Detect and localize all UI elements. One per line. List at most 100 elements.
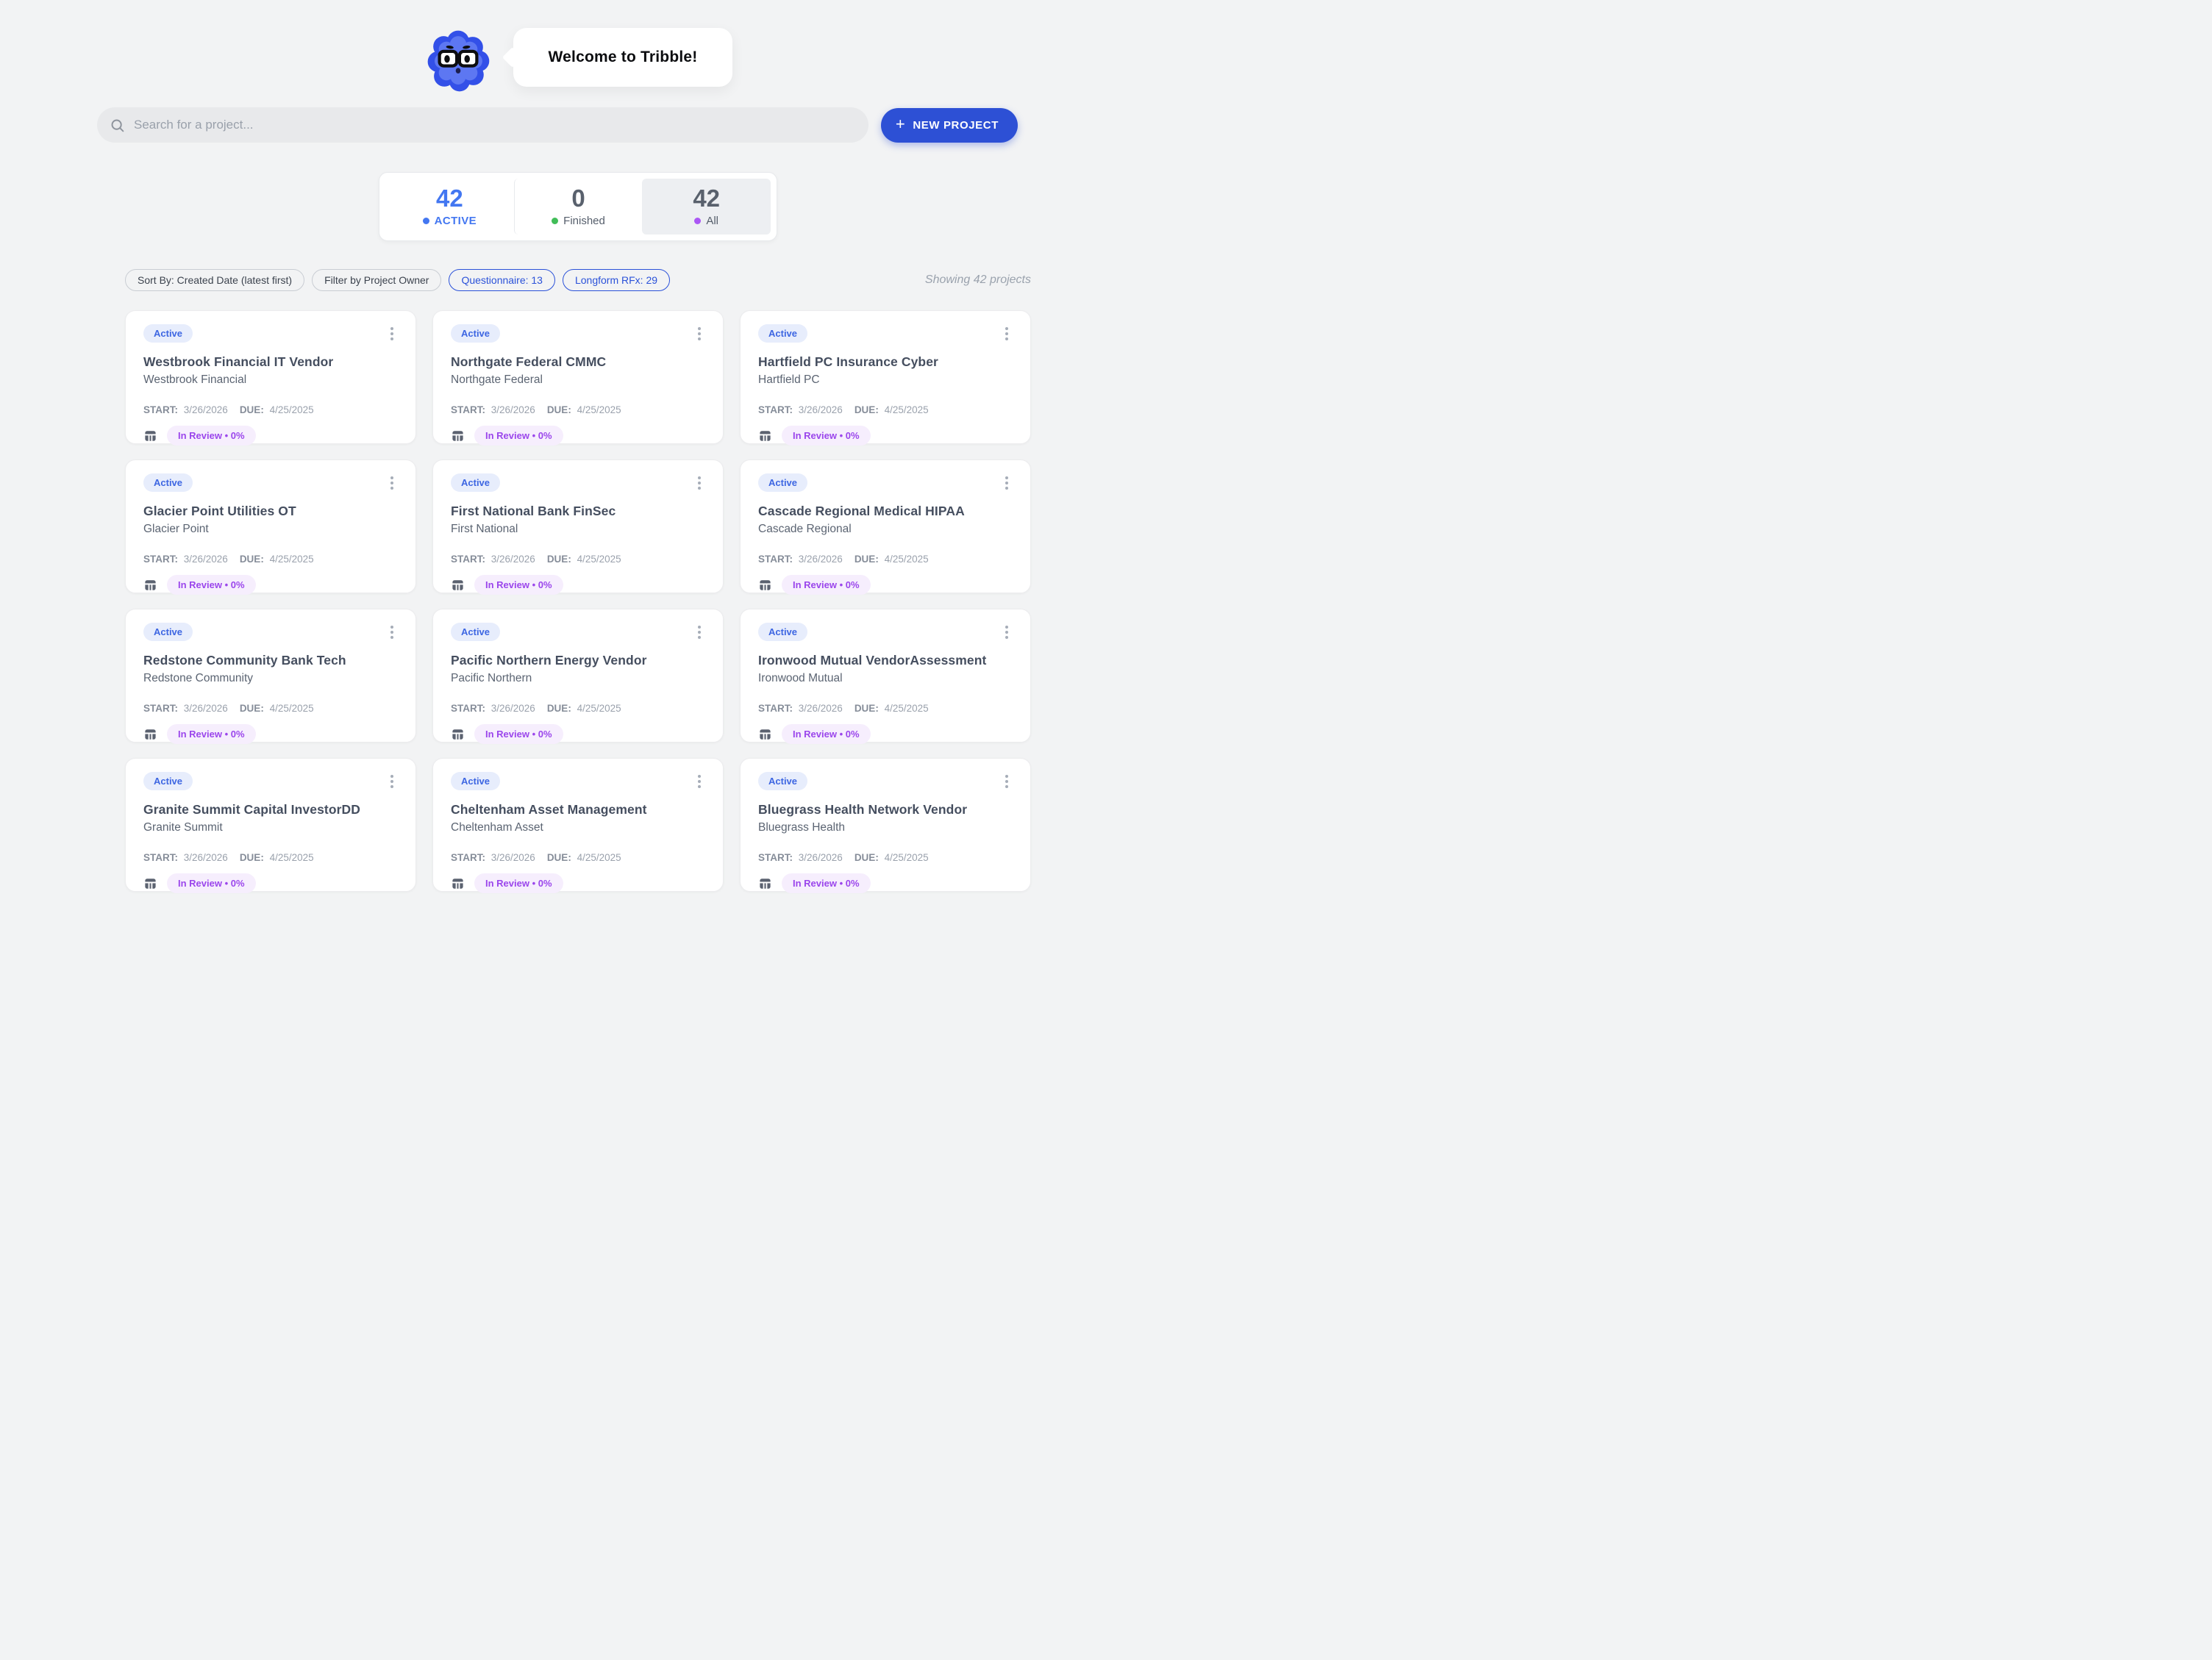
card-menu-button[interactable] — [386, 772, 398, 791]
search-row: + NEW PROJECT — [49, 97, 1062, 143]
due-date: 4/25/2025 — [577, 852, 621, 863]
start-date: 3/26/2026 — [491, 554, 535, 565]
due-date: 4/25/2025 — [577, 404, 621, 415]
table-icon — [758, 728, 772, 741]
project-stats-card: 42ACTIVE0Finished42All — [379, 172, 777, 241]
project-card[interactable]: Active Pacific Northern Energy Vendor Pa… — [432, 609, 724, 743]
card-menu-button[interactable] — [386, 473, 398, 493]
progress-badge: In Review • 0% — [782, 426, 871, 446]
card-menu-button[interactable] — [1001, 623, 1013, 642]
project-subtitle: First National — [451, 523, 705, 536]
project-card[interactable]: Active Hartfield PC Insurance Cyber Hart… — [740, 310, 1031, 444]
project-subtitle: Redstone Community — [143, 672, 398, 685]
project-title: Ironwood Mutual VendorAssessment — [758, 653, 1013, 668]
stat-value: 42 — [436, 186, 463, 210]
due-label: DUE: — [240, 554, 267, 565]
project-dates: START: 3/26/2026 DUE: 4/25/2025 — [451, 852, 705, 863]
project-card[interactable]: Active Westbrook Financial IT Vendor Wes… — [125, 310, 416, 444]
questionnaire-chip[interactable]: Questionnaire: 13 — [449, 269, 555, 291]
stat-active[interactable]: 42ACTIVE — [385, 179, 514, 235]
project-card[interactable]: Active Bluegrass Health Network Vendor B… — [740, 758, 1031, 892]
stat-finished[interactable]: 0Finished — [514, 179, 643, 235]
progress-badge: In Review • 0% — [167, 724, 256, 744]
project-dates: START: 3/26/2026 DUE: 4/25/2025 — [758, 703, 1013, 714]
status-badge: Active — [758, 623, 807, 641]
card-menu-button[interactable] — [693, 324, 705, 343]
start-label: START: — [451, 404, 488, 415]
project-card[interactable]: Active Cheltenham Asset Management Chelt… — [432, 758, 724, 892]
project-card[interactable]: Active First National Bank FinSec First … — [432, 459, 724, 593]
stat-dot-icon — [552, 218, 558, 224]
sort-by-chip[interactable]: Sort By: Created Date (latest first) — [125, 269, 304, 291]
project-subtitle: Pacific Northern — [451, 672, 705, 685]
stat-label: All — [706, 215, 718, 227]
due-label: DUE: — [855, 703, 882, 714]
project-dates: START: 3/26/2026 DUE: 4/25/2025 — [758, 404, 1013, 415]
status-badge: Active — [451, 324, 500, 343]
project-card[interactable]: Active Glacier Point Utilities OT Glacie… — [125, 459, 416, 593]
project-title: Hartfield PC Insurance Cyber — [758, 354, 1013, 370]
start-label: START: — [451, 554, 488, 565]
project-subtitle: Westbrook Financial — [143, 373, 398, 387]
start-date: 3/26/2026 — [184, 703, 228, 714]
project-title: Cascade Regional Medical HIPAA — [758, 504, 1013, 519]
card-menu-button[interactable] — [1001, 324, 1013, 343]
longform-rfx-chip[interactable]: Longform RFx: 29 — [563, 269, 670, 291]
project-subtitle: Bluegrass Health — [758, 821, 1013, 834]
start-label: START: — [143, 554, 181, 565]
progress-badge: In Review • 0% — [167, 426, 256, 446]
project-title: Glacier Point Utilities OT — [143, 504, 398, 519]
start-date: 3/26/2026 — [184, 852, 228, 863]
welcome-speech-bubble: Welcome to Tribble! — [513, 28, 733, 87]
start-date: 3/26/2026 — [491, 703, 535, 714]
project-subtitle: Granite Summit — [143, 821, 398, 834]
progress-badge: In Review • 0% — [782, 724, 871, 744]
project-dates: START: 3/26/2026 DUE: 4/25/2025 — [143, 554, 398, 565]
start-label: START: — [143, 703, 181, 714]
project-card[interactable]: Active Cascade Regional Medical HIPAA Ca… — [740, 459, 1031, 593]
project-card[interactable]: Active Ironwood Mutual VendorAssessment … — [740, 609, 1031, 743]
project-dates: START: 3/26/2026 DUE: 4/25/2025 — [451, 404, 705, 415]
due-date: 4/25/2025 — [577, 703, 621, 714]
project-dates: START: 3/26/2026 DUE: 4/25/2025 — [451, 554, 705, 565]
card-menu-button[interactable] — [1001, 473, 1013, 493]
start-label: START: — [758, 404, 796, 415]
project-title: Pacific Northern Energy Vendor — [451, 653, 705, 668]
card-menu-button[interactable] — [693, 473, 705, 493]
due-label: DUE: — [547, 554, 574, 565]
filter-row: Sort By: Created Date (latest first) Fil… — [125, 269, 1031, 291]
table-icon — [451, 579, 465, 592]
project-dates: START: 3/26/2026 DUE: 4/25/2025 — [143, 404, 398, 415]
due-label: DUE: — [547, 703, 574, 714]
status-badge: Active — [143, 473, 193, 492]
due-date: 4/25/2025 — [577, 554, 621, 565]
showing-count-text: Showing 42 projects — [925, 273, 1031, 287]
progress-badge: In Review • 0% — [474, 873, 563, 893]
new-project-button[interactable]: + NEW PROJECT — [881, 108, 1018, 143]
card-menu-button[interactable] — [386, 324, 398, 343]
project-title: Westbrook Financial IT Vendor — [143, 354, 398, 370]
table-icon — [451, 877, 465, 890]
due-label: DUE: — [855, 852, 882, 863]
welcome-text: Welcome to Tribble! — [549, 49, 698, 65]
search-bar[interactable] — [97, 107, 868, 143]
start-label: START: — [451, 852, 488, 863]
progress-badge: In Review • 0% — [167, 575, 256, 595]
due-date: 4/25/2025 — [885, 703, 929, 714]
project-dates: START: 3/26/2026 DUE: 4/25/2025 — [143, 852, 398, 863]
project-card[interactable]: Active Northgate Federal CMMC Northgate … — [432, 310, 724, 444]
card-menu-button[interactable] — [1001, 772, 1013, 791]
card-menu-button[interactable] — [693, 772, 705, 791]
project-card[interactable]: Active Redstone Community Bank Tech Reds… — [125, 609, 416, 743]
project-subtitle: Ironwood Mutual — [758, 672, 1013, 685]
card-menu-button[interactable] — [386, 623, 398, 642]
start-label: START: — [143, 852, 181, 863]
filter-owner-chip[interactable]: Filter by Project Owner — [312, 269, 441, 291]
search-input[interactable] — [134, 118, 858, 132]
page: Welcome to Tribble! + NEW PROJECT 42ACTI… — [125, 0, 1031, 892]
status-badge: Active — [143, 324, 193, 343]
card-menu-button[interactable] — [693, 623, 705, 642]
start-date: 3/26/2026 — [799, 703, 843, 714]
project-card[interactable]: Active Granite Summit Capital InvestorDD… — [125, 758, 416, 892]
stat-all[interactable]: 42All — [642, 179, 771, 235]
